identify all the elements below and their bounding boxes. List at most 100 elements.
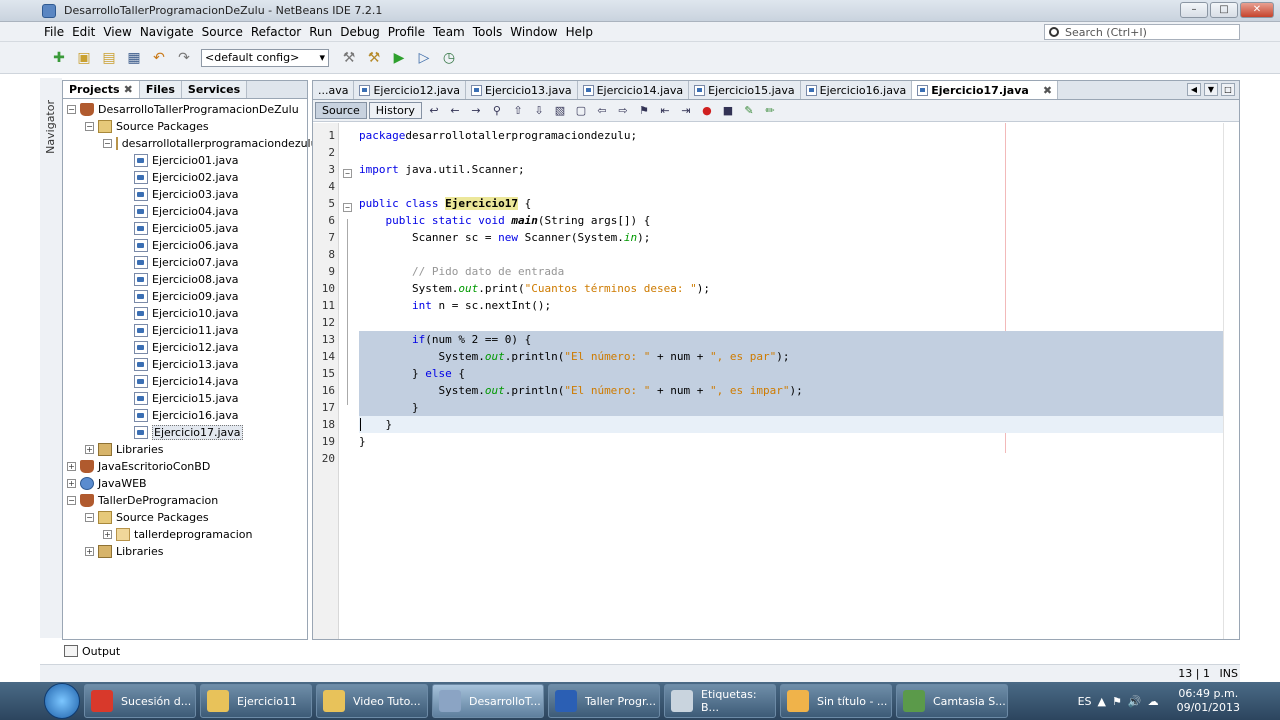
tree-node[interactable]: Ejercicio04.java — [63, 203, 307, 220]
open-project-icon[interactable]: ▤ — [98, 47, 120, 69]
tree-node[interactable]: Ejercicio11.java — [63, 322, 307, 339]
code-line[interactable] — [359, 144, 1223, 161]
show-opened-documents-icon[interactable]: ▼ — [1204, 83, 1218, 96]
last-edit-icon[interactable]: ↩ — [425, 103, 443, 119]
tree-node[interactable]: − DesarrolloTallerProgramacionDeZulu — [63, 101, 307, 118]
code-editor[interactable]: 1 2 3 4 5 6 7 8 9 10 11 12 13 14 15 16 17 18 19 20 − − pack… — [313, 123, 1239, 639]
tree-node[interactable]: Ejercicio16.java — [63, 407, 307, 424]
tree-node[interactable]: + Libraries — [63, 543, 307, 560]
collapse-icon[interactable]: − — [67, 496, 76, 505]
menu-debug[interactable]: Debug — [336, 25, 383, 39]
profile-icon[interactable]: ◷ — [438, 47, 460, 69]
tree-node[interactable]: Ejercicio12.java — [63, 339, 307, 356]
forward-icon[interactable]: → — [467, 103, 485, 119]
find-previous-icon[interactable]: ⇧ — [509, 103, 527, 119]
expand-icon[interactable]: + — [67, 462, 76, 471]
code-line[interactable]: } — [359, 416, 1223, 433]
fold-toggle-icon[interactable]: − — [343, 169, 352, 178]
tree-node[interactable]: Ejercicio02.java — [63, 169, 307, 186]
navigator-tab[interactable]: Navigator — [44, 100, 57, 154]
code-line[interactable]: Scanner sc = new Scanner(System.in); — [359, 229, 1223, 246]
tree-node[interactable]: − Source Packages — [63, 118, 307, 135]
menu-view[interactable]: View — [99, 25, 135, 39]
tree-node[interactable]: Ejercicio17.java — [63, 424, 307, 441]
menu-team[interactable]: Team — [429, 25, 469, 39]
close-button[interactable]: ✕ — [1240, 2, 1274, 18]
undo-icon[interactable]: ↶ — [148, 47, 170, 69]
minimize-button[interactable]: – — [1180, 2, 1208, 18]
code-line[interactable]: System.out.print("Cuantos términos desea… — [359, 280, 1223, 297]
tree-node[interactable]: + Libraries — [63, 441, 307, 458]
editor-tab[interactable]: Ejercicio14.java — [577, 81, 690, 99]
config-select[interactable]: <default config> ▾ — [201, 48, 329, 67]
toggle-bookmark-icon[interactable]: ⚑ — [635, 103, 653, 119]
menu-file[interactable]: File — [40, 25, 68, 39]
source-mode-button[interactable]: Source — [315, 102, 367, 119]
start-button[interactable] — [44, 683, 80, 719]
shift-left-icon[interactable]: ⇤ — [656, 103, 674, 119]
tree-node[interactable]: Ejercicio15.java — [63, 390, 307, 407]
expand-icon[interactable]: + — [85, 445, 94, 454]
find-next-icon[interactable]: ⇩ — [530, 103, 548, 119]
editor-tab[interactable]: Ejercicio17.java ✖ — [912, 81, 1059, 99]
taskbar-button[interactable]: Video Tuto... — [316, 684, 428, 718]
debug-icon[interactable]: ▷ — [413, 47, 435, 69]
tree-node[interactable]: Ejercicio03.java — [63, 186, 307, 203]
maximize-button[interactable]: □ — [1210, 2, 1238, 18]
menu-run[interactable]: Run — [305, 25, 336, 39]
taskbar-button[interactable]: Taller Progr... — [548, 684, 660, 718]
code-line[interactable]: int n = sc.nextInt(); — [359, 297, 1223, 314]
tab-files[interactable]: Files — [139, 81, 182, 98]
taskbar-button[interactable]: Sucesión d... — [84, 684, 196, 718]
code-lines[interactable]: packagedesarrollotallerprogramaciondezul… — [359, 123, 1223, 639]
editor-tab[interactable]: ...ava — [313, 81, 355, 99]
collapse-icon[interactable]: − — [103, 139, 112, 148]
error-stripe[interactable] — [1223, 123, 1239, 639]
comment-icon[interactable]: ✎ — [740, 103, 758, 119]
tree-node[interactable]: Ejercicio10.java — [63, 305, 307, 322]
volume-icon[interactable]: 🔊 — [1128, 695, 1142, 708]
code-line[interactable] — [359, 314, 1223, 331]
editor-tab[interactable]: Ejercicio16.java — [800, 81, 913, 99]
code-line[interactable]: System.out.println("El número: " + num +… — [359, 382, 1223, 399]
tree-node[interactable]: + JavaEscritorioConBD — [63, 458, 307, 475]
editor-tab[interactable]: Ejercicio13.java — [466, 81, 578, 99]
code-line[interactable]: } else { — [359, 365, 1223, 382]
quick-search[interactable]: Search (Ctrl+I) — [1044, 24, 1240, 40]
code-line[interactable]: } — [359, 399, 1223, 416]
tree-node[interactable]: − desarrollotallerprogramaciondezulu — [63, 135, 318, 152]
build-hammer-icon[interactable]: ⚒ — [338, 47, 360, 69]
taskbar-button[interactable]: Sin título - ... — [780, 684, 892, 718]
expand-icon[interactable]: + — [67, 479, 76, 488]
code-line[interactable]: if(num % 2 == 0) { — [359, 331, 1223, 348]
taskbar-button[interactable]: Camtasia S... — [896, 684, 1008, 718]
stop-macro-icon[interactable]: ■ — [719, 103, 737, 119]
tray-arrow-icon[interactable]: ▲ — [1098, 695, 1106, 708]
output-bar[interactable]: Output — [40, 642, 1240, 660]
code-line[interactable]: packagedesarrollotallerprogramaciondezul… — [359, 127, 1223, 144]
language-indicator[interactable]: ES — [1078, 695, 1092, 708]
code-line[interactable]: public static void main(String args[]) { — [359, 212, 1223, 229]
tab-services[interactable]: Services — [181, 81, 248, 98]
code-line[interactable]: System.out.println("El número: " + num +… — [359, 348, 1223, 365]
tree-node[interactable]: − TallerDeProgramacion — [63, 492, 307, 509]
redo-icon[interactable]: ↷ — [173, 47, 195, 69]
editor-tab[interactable]: Ejercicio15.java — [689, 81, 801, 99]
new-project-icon[interactable]: ▣ — [73, 47, 95, 69]
menu-window[interactable]: Window — [506, 25, 561, 39]
code-line[interactable]: public class Ejercicio17 { — [359, 195, 1223, 212]
menu-refactor[interactable]: Refactor — [247, 25, 305, 39]
collapse-icon[interactable]: − — [85, 513, 94, 522]
next-bookmark-icon[interactable]: ⇨ — [614, 103, 632, 119]
back-icon[interactable]: ← — [446, 103, 464, 119]
history-mode-button[interactable]: History — [368, 102, 422, 119]
tree-node[interactable]: Ejercicio08.java — [63, 271, 307, 288]
taskbar-button[interactable]: DesarrolloT... — [432, 684, 544, 718]
menu-navigate[interactable]: Navigate — [136, 25, 198, 39]
clock[interactable]: 06:49 p.m. 09/01/2013 — [1177, 687, 1240, 715]
uncomment-icon[interactable]: ✏ — [761, 103, 779, 119]
shift-right-icon[interactable]: ⇥ — [677, 103, 695, 119]
code-line[interactable]: } — [359, 433, 1223, 450]
expand-icon[interactable]: + — [85, 547, 94, 556]
menu-help[interactable]: Help — [562, 25, 597, 39]
